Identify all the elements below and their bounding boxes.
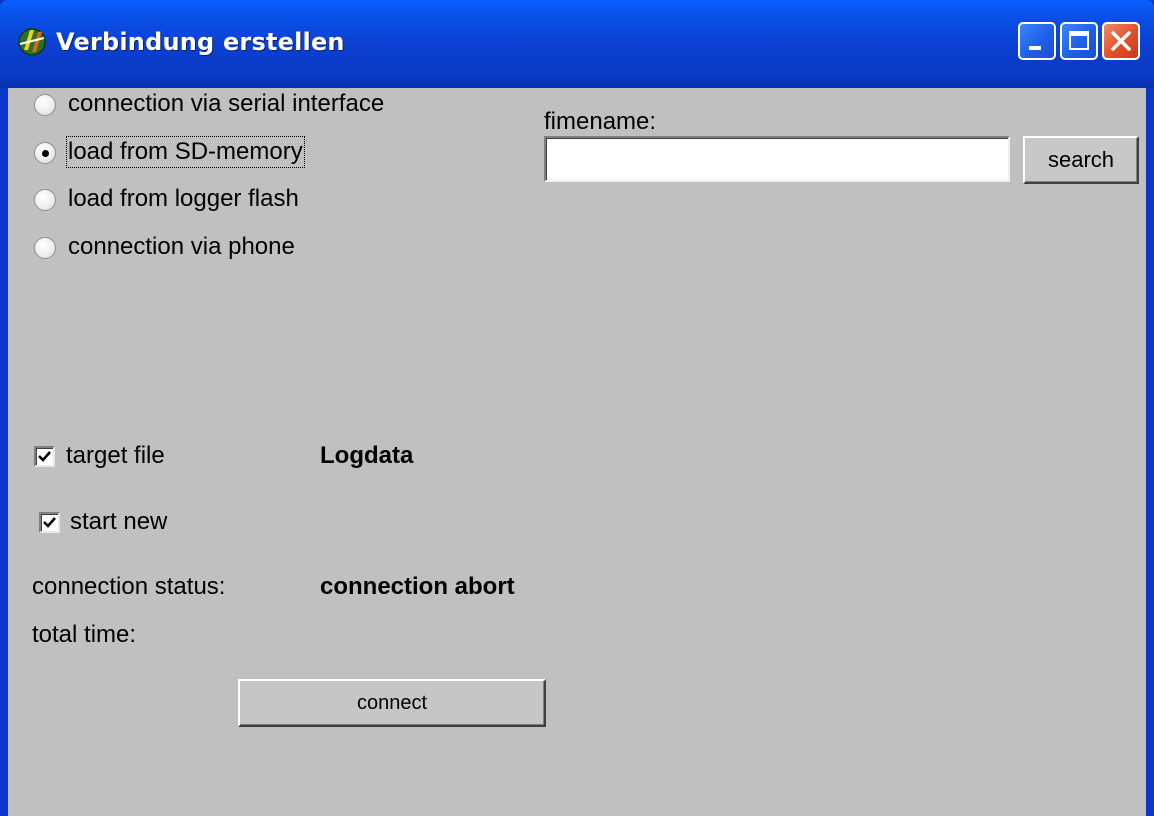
minimize-icon (1029, 46, 1041, 50)
title-bar[interactable]: Verbindung erstellen (0, 0, 1154, 88)
maximize-button[interactable] (1060, 22, 1098, 60)
window-title: Verbindung erstellen (56, 28, 345, 56)
dialog-content: connection via serial interface load fro… (8, 88, 1146, 816)
radio-label: connection via serial interface (68, 90, 385, 117)
radio-label: connection via phone (68, 233, 295, 260)
filename-label: fimename: (544, 108, 657, 135)
target-file-value: Logdata (320, 442, 414, 469)
close-icon (1111, 31, 1131, 51)
close-button[interactable] (1102, 22, 1140, 60)
radio-selected-dot (42, 150, 49, 157)
checkmark-icon (43, 517, 56, 528)
connection-status-value: connection abort (320, 573, 515, 600)
connection-status-label: connection status: (32, 573, 226, 600)
total-time-label: total time: (32, 621, 137, 648)
start-new-checkbox[interactable] (39, 512, 60, 533)
connect-button[interactable]: connect (238, 679, 546, 727)
app-icon (18, 28, 46, 56)
maximize-icon (1069, 31, 1089, 50)
checkmark-icon (38, 451, 51, 462)
radio-button[interactable] (34, 142, 56, 164)
target-file-label: target file (66, 442, 165, 469)
radio-button[interactable] (34, 189, 56, 211)
radio-button[interactable] (34, 237, 56, 259)
dialog-window: Verbindung erstellen connection via seri… (0, 0, 1154, 816)
minimize-button[interactable] (1018, 22, 1056, 60)
search-button[interactable]: search (1023, 136, 1139, 184)
target-file-checkbox[interactable] (34, 446, 55, 467)
radio-label: load from SD-memory (66, 136, 305, 168)
filename-input[interactable] (544, 136, 1010, 182)
radio-button[interactable] (34, 94, 56, 116)
radio-label: load from logger flash (68, 185, 299, 212)
start-new-label: start new (70, 508, 168, 535)
